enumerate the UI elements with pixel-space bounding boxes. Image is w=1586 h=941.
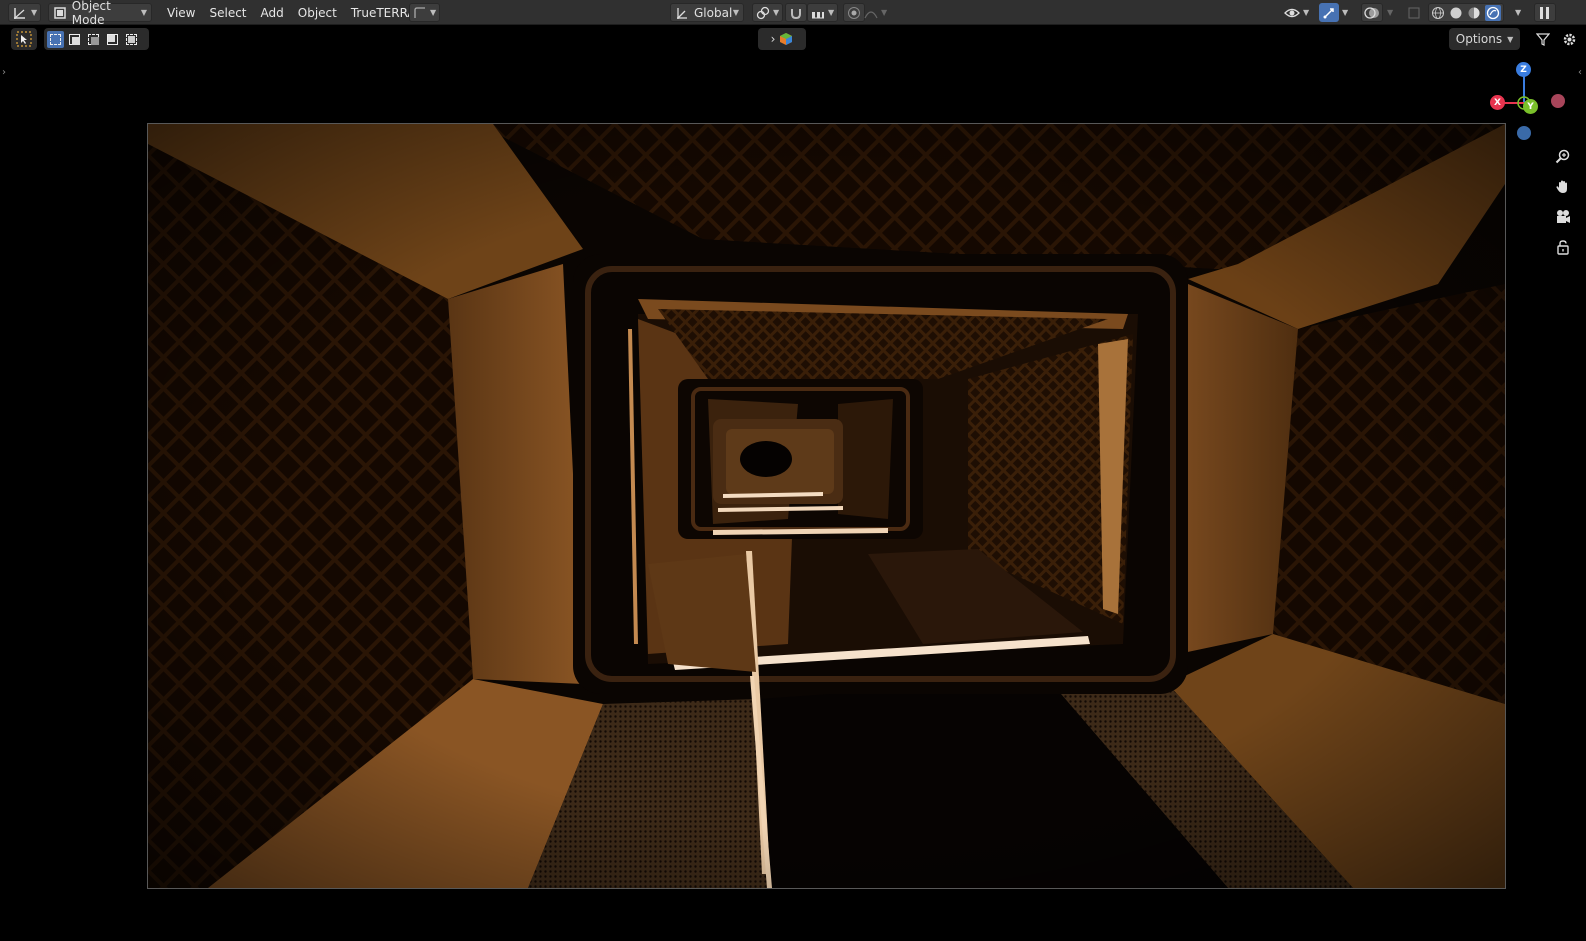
chevron-down-icon: ▼ — [430, 8, 437, 17]
orientation-icon — [677, 7, 687, 19]
zoom-button[interactable] — [1551, 145, 1575, 169]
overlay-dropdown[interactable]: ▼ — [1384, 3, 1393, 22]
select-intersect-button[interactable] — [123, 31, 140, 48]
gear-icon — [1563, 33, 1575, 45]
falloff-curve-icon — [864, 10, 878, 18]
snap-toggle[interactable] — [785, 3, 807, 22]
proportional-edit-icon — [848, 6, 860, 19]
chevron-down-icon: ▼ — [31, 8, 38, 17]
chevron-down-icon: ▼ — [1507, 34, 1514, 44]
menu-view[interactable]: View — [160, 3, 202, 22]
camera-icon — [1557, 210, 1570, 223]
rendered-shading-icon — [1486, 6, 1500, 19]
selection-mode-group — [44, 28, 149, 50]
chevron-down-icon: ▼ — [1303, 8, 1310, 17]
chevron-down-icon: ▼ — [1387, 8, 1394, 17]
pause-render-button[interactable] — [1534, 3, 1556, 22]
sidebar-toggle-group[interactable]: › — [758, 28, 806, 50]
chevron-down-icon: ▼ — [828, 8, 835, 17]
orientation-label: Global — [694, 5, 733, 20]
mode-dropdown[interactable]: Object Mode ▼ — [48, 0, 152, 27]
viewport-header: ▼ Object Mode ▼ View Select Add Object T… — [0, 0, 1586, 27]
corridor-render — [148, 124, 1505, 888]
addon-dropdown[interactable]: ▼ — [409, 3, 441, 22]
shading-modes — [1428, 3, 1504, 22]
mode-label: Object Mode — [71, 0, 111, 27]
gizmo-x-axis[interactable]: X — [1490, 95, 1505, 110]
pan-button[interactable] — [1551, 175, 1575, 199]
sidebar-expand-arrow[interactable]: ‹ — [1578, 67, 1582, 78]
filter-button[interactable] — [1531, 28, 1555, 50]
select-invert-button[interactable] — [104, 31, 121, 48]
chevron-down-icon: ▼ — [1515, 8, 1522, 17]
gizmo-icon — [1323, 7, 1334, 18]
rendered-shading-button[interactable] — [1485, 4, 1501, 21]
select-box-tool-icon — [16, 31, 32, 47]
tool-settings-row: › Options ▼ — [0, 25, 1586, 52]
zoom-icon — [1555, 149, 1570, 164]
pan-hand-icon — [1556, 180, 1567, 193]
gizmo-negative-x[interactable] — [1551, 94, 1565, 108]
menu-object[interactable]: Object — [291, 3, 344, 22]
pause-icon — [1540, 6, 1549, 19]
wireframe-shading-icon[interactable] — [1431, 6, 1445, 20]
chevron-right-icon: › — [770, 32, 776, 46]
chevron-down-icon: ▼ — [773, 8, 780, 17]
shading-dropdown[interactable]: ▼ — [1512, 3, 1521, 22]
proportional-edit-toggle[interactable] — [843, 3, 865, 22]
menu-select[interactable]: Select — [202, 3, 253, 22]
chevron-down-icon: ▼ — [732, 8, 739, 17]
gizmo-toggle[interactable] — [1319, 3, 1339, 22]
gizmo-dropdown[interactable]: ▼ — [1339, 3, 1348, 22]
magnet-icon — [791, 8, 801, 19]
transform-gizmo-icon — [14, 7, 25, 19]
lock-icon — [1557, 240, 1569, 255]
camera-viewport[interactable] — [147, 123, 1506, 889]
orientation-dropdown[interactable]: Global ▼ — [670, 3, 744, 22]
snap-target-dropdown[interactable]: ▼ — [807, 3, 839, 22]
chevron-down-icon: ▼ — [1342, 8, 1349, 17]
options-dropdown[interactable]: Options ▼ — [1449, 28, 1520, 50]
chevron-down-icon: ▼ — [881, 8, 888, 17]
overlay-toggle[interactable] — [1361, 3, 1383, 22]
camera-view-button[interactable] — [1551, 205, 1575, 229]
object-mode-icon — [54, 6, 66, 19]
editor-type-button[interactable]: ▼ — [8, 3, 42, 22]
visibility-icon — [1284, 8, 1300, 17]
gizmo-y-axis[interactable]: Y — [1523, 99, 1538, 114]
settings-button[interactable] — [1557, 28, 1581, 50]
snap-increment-icon — [812, 11, 824, 18]
lock-camera-button[interactable] — [1551, 235, 1575, 259]
toolbar-expand-arrow[interactable]: › — [2, 67, 6, 78]
navigation-gizmo[interactable]: Z X Y — [1488, 60, 1578, 150]
visibility-dropdown[interactable]: ▼ — [1284, 3, 1309, 22]
active-tool-button[interactable] — [11, 28, 37, 50]
select-extend-button[interactable] — [66, 31, 83, 48]
solid-shading-icon[interactable] — [1449, 6, 1463, 20]
xray-icon — [1408, 7, 1420, 18]
select-subtract-button[interactable] — [85, 31, 102, 48]
pivot-point-dropdown[interactable]: ▼ — [752, 3, 784, 22]
material-shading-icon[interactable] — [1467, 6, 1481, 20]
xray-toggle[interactable] — [1407, 3, 1421, 22]
gizmo-z-axis[interactable]: Z — [1516, 62, 1531, 77]
menu-add[interactable]: Add — [254, 3, 291, 22]
options-label: Options — [1455, 32, 1503, 46]
chevron-down-icon: ▼ — [140, 8, 147, 17]
filter-icon — [1536, 33, 1550, 46]
gizmo-negative-z[interactable] — [1517, 126, 1531, 140]
overlay-icon — [1364, 6, 1379, 19]
curve-icon — [414, 6, 425, 18]
falloff-dropdown[interactable]: ▼ — [864, 3, 887, 22]
scene-hexagon-icon — [780, 33, 793, 45]
pivot-icon — [756, 6, 770, 19]
select-new-button[interactable] — [47, 30, 64, 48]
